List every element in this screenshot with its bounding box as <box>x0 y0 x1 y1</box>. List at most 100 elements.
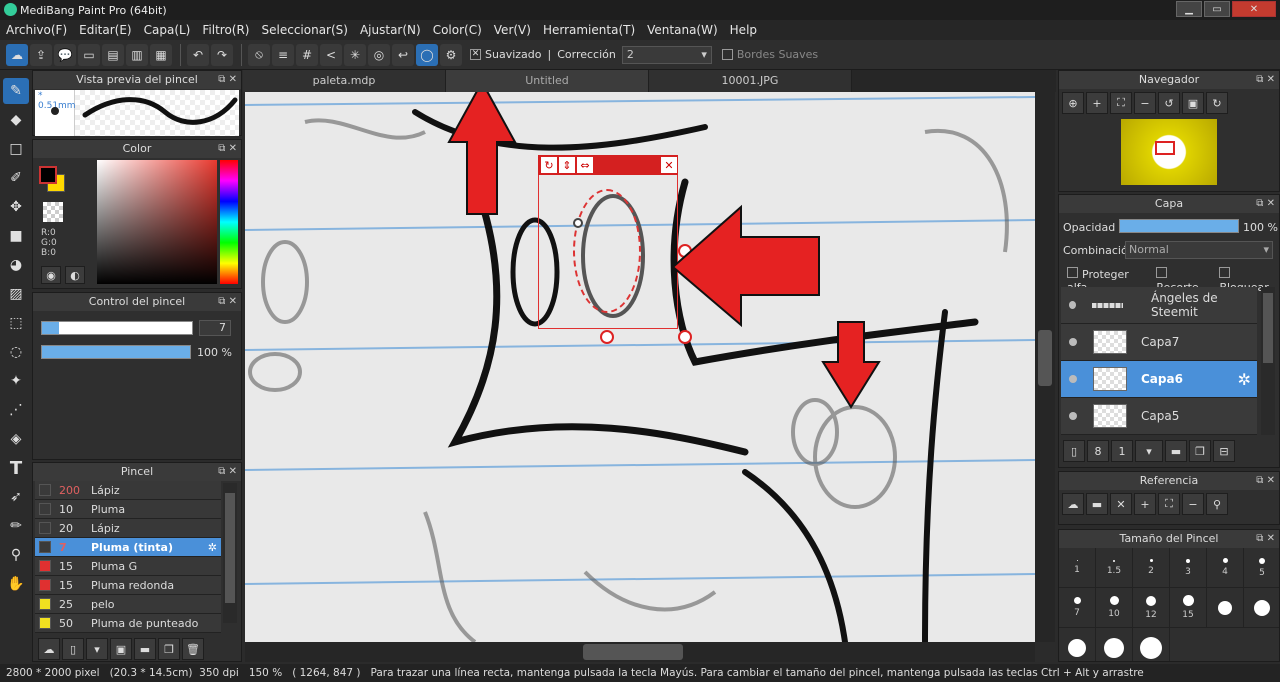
grid-icon[interactable]: ▦ <box>150 43 172 66</box>
select-rect-icon[interactable]: ⬚ <box>3 310 29 336</box>
cloud-icon[interactable]: ☁ <box>1062 493 1084 515</box>
menu-filtro[interactable]: Filtro(R) <box>196 23 255 37</box>
chat-icon[interactable]: ▭ <box>78 43 100 66</box>
fit-icon[interactable]: ⛶ <box>1158 493 1180 515</box>
close-icon[interactable]: ✕ <box>1110 493 1132 515</box>
magic-wand-icon[interactable]: ✦ <box>3 368 29 394</box>
menu-editar[interactable]: Editar(E) <box>73 23 137 37</box>
zoom-out-icon[interactable]: − <box>1134 92 1156 114</box>
layer-scrollbar[interactable] <box>1261 287 1275 435</box>
menu-seleccionar[interactable]: Seleccionar(S) <box>256 23 354 37</box>
fullscreen-icon[interactable]: ▣ <box>1182 92 1204 114</box>
concentric-icon[interactable]: ◎ <box>368 43 390 66</box>
color-sv-picker[interactable] <box>97 160 217 284</box>
gear-icon[interactable]: ✲ <box>208 541 217 554</box>
trash-icon[interactable]: 🗑 <box>182 638 204 660</box>
maximize-button[interactable]: ▭ <box>1204 1 1230 17</box>
brush-item[interactable]: 50 Pluma de punteado <box>35 614 221 633</box>
brush-size-option[interactable] <box>1207 588 1244 628</box>
brush-size-option[interactable] <box>1133 628 1170 661</box>
canvas-horizontal-scrollbar[interactable] <box>245 642 1035 662</box>
navigator-thumbnail[interactable] <box>1121 119 1217 185</box>
zoom-in-icon[interactable]: + <box>1086 92 1108 114</box>
menu-herramienta[interactable]: Herramienta(T) <box>537 23 641 37</box>
rotate-left-icon[interactable]: ↺ <box>1158 92 1180 114</box>
open-folder-icon[interactable]: ▬ <box>1086 493 1108 515</box>
brush-item[interactable]: 20 Lápiz <box>35 519 221 538</box>
brush-size-option[interactable]: 7 <box>1059 588 1096 628</box>
layer-row[interactable]: Ángeles de Steemit <box>1061 287 1257 324</box>
brush-size-option[interactable]: 4 <box>1207 548 1244 588</box>
brush-size-option[interactable]: 10 <box>1096 588 1133 628</box>
tab-10001[interactable]: 10001.JPG <box>649 70 852 92</box>
radial-icon[interactable]: ✳ <box>344 43 366 66</box>
menu-color[interactable]: Color(C) <box>427 23 488 37</box>
folder-icon[interactable]: ▬ <box>134 638 156 660</box>
close-window-button[interactable]: ✕ <box>1232 1 1276 17</box>
gear-icon[interactable]: ✲ <box>1238 370 1251 389</box>
move-tool-icon[interactable]: ✥ <box>3 194 29 220</box>
brush-list-scrollbar[interactable] <box>223 483 237 623</box>
curve-icon[interactable]: ↩ <box>392 43 414 66</box>
zoom-icon[interactable]: ⊕ <box>1062 92 1084 114</box>
correccion-select[interactable]: 2 ▾ <box>621 45 712 64</box>
panel-controls-icon[interactable]: ⧉ ✕ <box>1256 71 1275 89</box>
brush-item[interactable]: 200 Lápiz <box>35 481 221 500</box>
panel-controls-icon[interactable]: ⧉ ✕ <box>218 140 237 158</box>
brush-size-option[interactable]: 1.5 <box>1096 548 1133 588</box>
visibility-icon[interactable] <box>1069 338 1077 346</box>
brush-item[interactable]: 7 Pluma (tinta) ✲ <box>35 538 221 557</box>
eraser-tool-icon[interactable]: ◆ <box>3 107 29 133</box>
menu-archivo[interactable]: Archivo(F) <box>0 23 73 37</box>
visibility-icon[interactable] <box>1069 412 1077 420</box>
palette-icon[interactable]: ◉ <box>41 266 61 284</box>
brush-size-option[interactable] <box>1096 628 1133 661</box>
menu-ventana[interactable]: Ventana(W) <box>641 23 724 37</box>
brush-size-slider[interactable] <box>41 321 193 335</box>
fill-rect-icon[interactable]: ■ <box>3 223 29 249</box>
copy-brush-icon[interactable]: ▣ <box>110 638 132 660</box>
rotate-right-icon[interactable]: ↻ <box>1206 92 1228 114</box>
panel-controls-icon[interactable]: ⧉ ✕ <box>218 293 237 311</box>
ellipse-snap-icon[interactable]: ◯ <box>416 43 438 66</box>
settings-icon[interactable]: ⚙ <box>440 43 462 66</box>
eyedropper-tool-icon[interactable]: ⚲ <box>3 542 29 568</box>
visibility-icon[interactable] <box>1069 375 1077 383</box>
brush-size-option[interactable]: 15 <box>1170 588 1207 628</box>
eyedrop-color-icon[interactable]: ◐ <box>65 266 85 284</box>
operation-tool-icon[interactable]: ➶ <box>3 484 29 510</box>
zoom-in-icon[interactable]: + <box>1134 493 1156 515</box>
brush-size-option[interactable] <box>1059 628 1096 661</box>
parallel-snap-icon[interactable]: ≡ <box>272 43 294 66</box>
layer-row[interactable]: Capa6 ✲ <box>1061 361 1257 398</box>
fit-icon[interactable]: ⛶ <box>1110 92 1132 114</box>
color-hue-slider[interactable] <box>220 160 238 284</box>
brush-size-option[interactable]: 1 <box>1059 548 1096 588</box>
select-eraser-icon[interactable]: ◈ <box>3 426 29 452</box>
zoom-out-icon[interactable]: − <box>1182 493 1204 515</box>
new-1bit-layer-icon[interactable]: 1 <box>1111 440 1133 462</box>
brush-opacity-slider[interactable] <box>41 345 191 359</box>
brush-size-option[interactable]: 5 <box>1244 548 1279 588</box>
merge-layer-icon[interactable]: ⊟ <box>1213 440 1235 462</box>
gradient-tool-icon[interactable]: ▨ <box>3 281 29 307</box>
brush-item[interactable]: 15 Pluma redonda <box>35 576 221 595</box>
select-pen-icon[interactable]: ⋰ <box>3 397 29 423</box>
tab-untitled[interactable]: Untitled <box>446 70 649 92</box>
lasso-tool-icon[interactable]: ◌ <box>3 339 29 365</box>
new-layer-icon[interactable]: ▯ <box>1063 440 1085 462</box>
bucket-tool-icon[interactable]: ◕ <box>3 252 29 278</box>
brush-size-option[interactable]: 3 <box>1170 548 1207 588</box>
page-icon[interactable]: ▥ <box>126 43 148 66</box>
drawing-canvas[interactable]: ↻ ⇕ ⇔ ✕ <box>245 92 1035 642</box>
transparent-color-swatch[interactable] <box>43 202 63 222</box>
primary-color-swatch[interactable] <box>39 166 57 184</box>
duplicate-icon[interactable]: ❐ <box>158 638 180 660</box>
text-tool-icon[interactable]: T <box>3 455 29 481</box>
panel-controls-icon[interactable]: ⧉ ✕ <box>1256 530 1275 548</box>
comment-icon[interactable]: 💬 <box>54 43 76 66</box>
minimize-button[interactable]: ▁ <box>1176 1 1202 17</box>
cloud-brush-icon[interactable]: ☁ <box>38 638 60 660</box>
bordes-checkbox[interactable] <box>721 49 733 60</box>
cloud-icon[interactable]: ☁ <box>6 43 28 66</box>
